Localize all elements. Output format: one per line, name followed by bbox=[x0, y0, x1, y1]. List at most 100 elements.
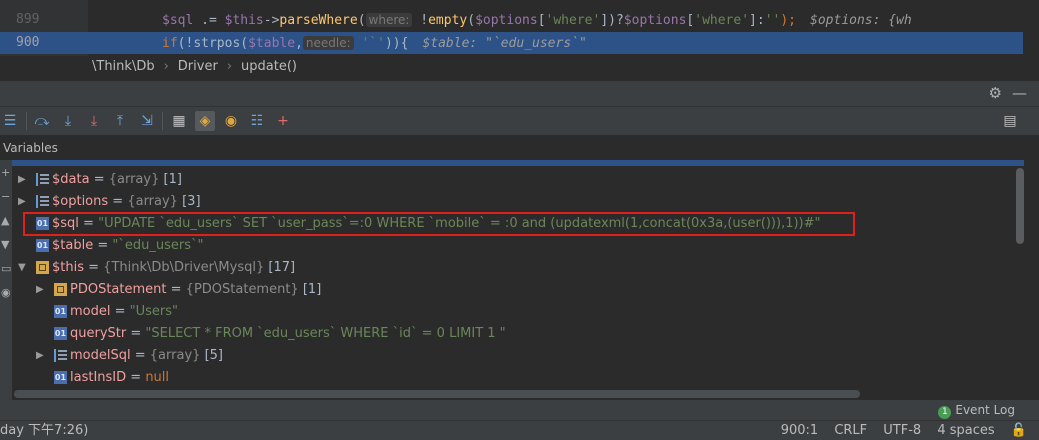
code-token: )){ bbox=[384, 36, 409, 51]
code-token: $table bbox=[248, 36, 296, 51]
code-token: (! bbox=[177, 36, 194, 51]
evaluate-expression-icon[interactable]: ▦ bbox=[169, 111, 189, 131]
code-token: $options bbox=[623, 13, 687, 28]
equals-sign: = bbox=[166, 282, 186, 297]
object-icon bbox=[54, 283, 67, 296]
arrow-up-icon[interactable]: ▲ bbox=[1, 214, 11, 227]
primitive-value-icon: 01 bbox=[54, 305, 67, 318]
code-token: ! bbox=[412, 13, 429, 28]
chevron-right-icon: › bbox=[226, 59, 233, 74]
restore-layout-icon[interactable]: ▤ bbox=[1000, 111, 1020, 131]
line-number: 900 bbox=[0, 32, 88, 54]
code-editor[interactable]: 899 $sql .= $this->parseWhere(where: !em… bbox=[0, 0, 1039, 56]
tree-row[interactable]: ▼ $this = {Think\Db\Driver\Mysql} [17] bbox=[12, 257, 1012, 279]
gear-icon[interactable]: ⚙ bbox=[989, 84, 1002, 102]
equals-sign: = bbox=[110, 304, 130, 319]
frames-icon[interactable]: ☷ bbox=[247, 111, 267, 131]
breakpoints-icon[interactable]: ◉ bbox=[221, 111, 241, 131]
code-token: -> bbox=[263, 13, 280, 28]
field-type: {array} bbox=[149, 348, 201, 363]
variables-side-toolbar: + − ▲ ▼ ▭ ◉ bbox=[0, 160, 12, 400]
file-encoding[interactable]: UTF-8 bbox=[883, 423, 921, 438]
tree-row[interactable]: ▶ PDOStatement = {PDOStatement} [1] bbox=[12, 279, 1012, 301]
tree-row[interactable]: ▶ $data = {array} [1] bbox=[12, 169, 1012, 191]
indent-setting[interactable]: 4 spaces bbox=[937, 423, 994, 438]
tree-row[interactable]: 01 model = "Users" bbox=[12, 301, 1012, 323]
variable-name: $this bbox=[52, 260, 84, 275]
vertical-scrollbar[interactable] bbox=[1016, 168, 1024, 244]
code-token: .= bbox=[193, 13, 225, 28]
variable-count: [3] bbox=[182, 194, 201, 209]
field-value: null bbox=[145, 370, 170, 385]
code-token: strpos bbox=[193, 36, 241, 51]
copy-icon[interactable]: ▭ bbox=[1, 262, 11, 275]
code-token: if bbox=[162, 36, 178, 51]
equals-sign: = bbox=[93, 238, 113, 253]
step-over-icon[interactable]: ⤼ bbox=[32, 111, 52, 131]
tree-row[interactable]: 01 queryStr = "SELECT * FROM `edu_users`… bbox=[12, 323, 1012, 345]
arrow-down-icon[interactable]: ▼ bbox=[1, 238, 11, 251]
code-token: ( bbox=[467, 13, 476, 28]
debug-toolbar: ☰ ⤼ ⤓ ⤓ ⤒ ⇲ ▦ ◈ ◉ ☷ + ▤ bbox=[0, 106, 1039, 135]
equals-sign: = bbox=[108, 194, 128, 209]
object-icon bbox=[36, 261, 49, 274]
breadcrumb-item-method[interactable]: update() bbox=[241, 59, 297, 74]
field-name: queryStr bbox=[70, 326, 127, 341]
code-token: parseWhere bbox=[279, 13, 358, 28]
step-into-icon[interactable]: ⤓ bbox=[58, 111, 78, 131]
collapse-arrow-icon[interactable]: ▼ bbox=[18, 257, 28, 279]
code-token: '' bbox=[764, 13, 781, 28]
watch-icon[interactable]: ◉ bbox=[1, 286, 11, 299]
line-separator[interactable]: CRLF bbox=[834, 423, 867, 438]
variable-name: $options bbox=[52, 194, 109, 209]
expand-arrow-icon[interactable]: ▶ bbox=[36, 279, 46, 301]
equals-sign: = bbox=[84, 260, 104, 275]
array-icon bbox=[54, 349, 69, 362]
add-watch-icon[interactable]: + bbox=[273, 111, 293, 131]
variables-tree[interactable]: ▶ $data = {array} [1] ▶ $options = {arra… bbox=[12, 160, 1024, 390]
force-step-into-icon[interactable]: ⤓ bbox=[84, 111, 104, 131]
breadcrumb-item-class[interactable]: Driver bbox=[178, 59, 218, 74]
minimize-icon[interactable]: — bbox=[1012, 84, 1027, 102]
equals-sign: = bbox=[89, 172, 109, 187]
lock-icon[interactable]: 🔓 bbox=[1011, 423, 1027, 438]
tree-row[interactable]: ▶ modelSql = {array} [5] bbox=[12, 345, 1012, 367]
primitive-value-icon: 01 bbox=[54, 371, 67, 384]
code-token: empty bbox=[428, 13, 468, 28]
field-count: [5] bbox=[204, 348, 223, 363]
variable-name: $table bbox=[52, 238, 94, 253]
caret-position[interactable]: 900:1 bbox=[781, 423, 818, 438]
step-out-icon[interactable]: ⤒ bbox=[110, 111, 130, 131]
tree-row[interactable]: 01 $table = "`edu_users`" bbox=[12, 235, 1012, 257]
code-line-899[interactable]: 899 $sql .= $this->parseWhere(where: !em… bbox=[0, 9, 1039, 31]
field-name: modelSql bbox=[70, 348, 131, 363]
run-to-cursor-icon[interactable]: ⇲ bbox=[137, 111, 157, 131]
minus-icon[interactable]: − bbox=[1, 190, 11, 203]
parameter-hint: where: bbox=[365, 13, 413, 27]
inline-debug-value: $options: {wh bbox=[810, 13, 912, 28]
expand-arrow-icon[interactable]: ▶ bbox=[18, 169, 28, 191]
expand-arrow-icon[interactable]: ▶ bbox=[18, 191, 28, 213]
layout-icon[interactable]: ☰ bbox=[0, 111, 20, 131]
code-token: 'where' bbox=[694, 13, 750, 28]
event-log-button[interactable]: 1 Event Log bbox=[938, 402, 1015, 419]
event-count-badge: 1 bbox=[938, 406, 952, 419]
variable-type: {Think\Db\Driver\Mysql} bbox=[103, 260, 265, 275]
watch-icon[interactable]: ◈ bbox=[195, 111, 215, 131]
code-line-900[interactable]: 900 if(!strpos($table, needle: '`')){$tab… bbox=[0, 32, 1039, 54]
expand-arrow-icon[interactable]: ▶ bbox=[36, 345, 46, 367]
breadcrumb-item-namespace[interactable]: \Think\Db bbox=[92, 59, 155, 74]
horizontal-scrollbar[interactable] bbox=[14, 390, 860, 398]
array-icon bbox=[36, 195, 51, 208]
add-icon[interactable]: + bbox=[1, 166, 11, 179]
code-token: ); bbox=[780, 13, 797, 28]
field-count: [1] bbox=[302, 282, 322, 297]
code-token: $this bbox=[224, 13, 264, 28]
equals-sign: = bbox=[126, 326, 146, 341]
event-log-label: Event Log bbox=[955, 403, 1015, 417]
tree-row[interactable]: ▶ $options = {array} [3] bbox=[12, 191, 1012, 213]
variable-count: [1] bbox=[163, 172, 182, 187]
tree-row[interactable]: 01 lastInsID = null bbox=[12, 367, 1012, 389]
variable-type: {array} bbox=[127, 194, 178, 209]
inline-debug-value: $table: "`edu_users`" bbox=[422, 36, 587, 51]
